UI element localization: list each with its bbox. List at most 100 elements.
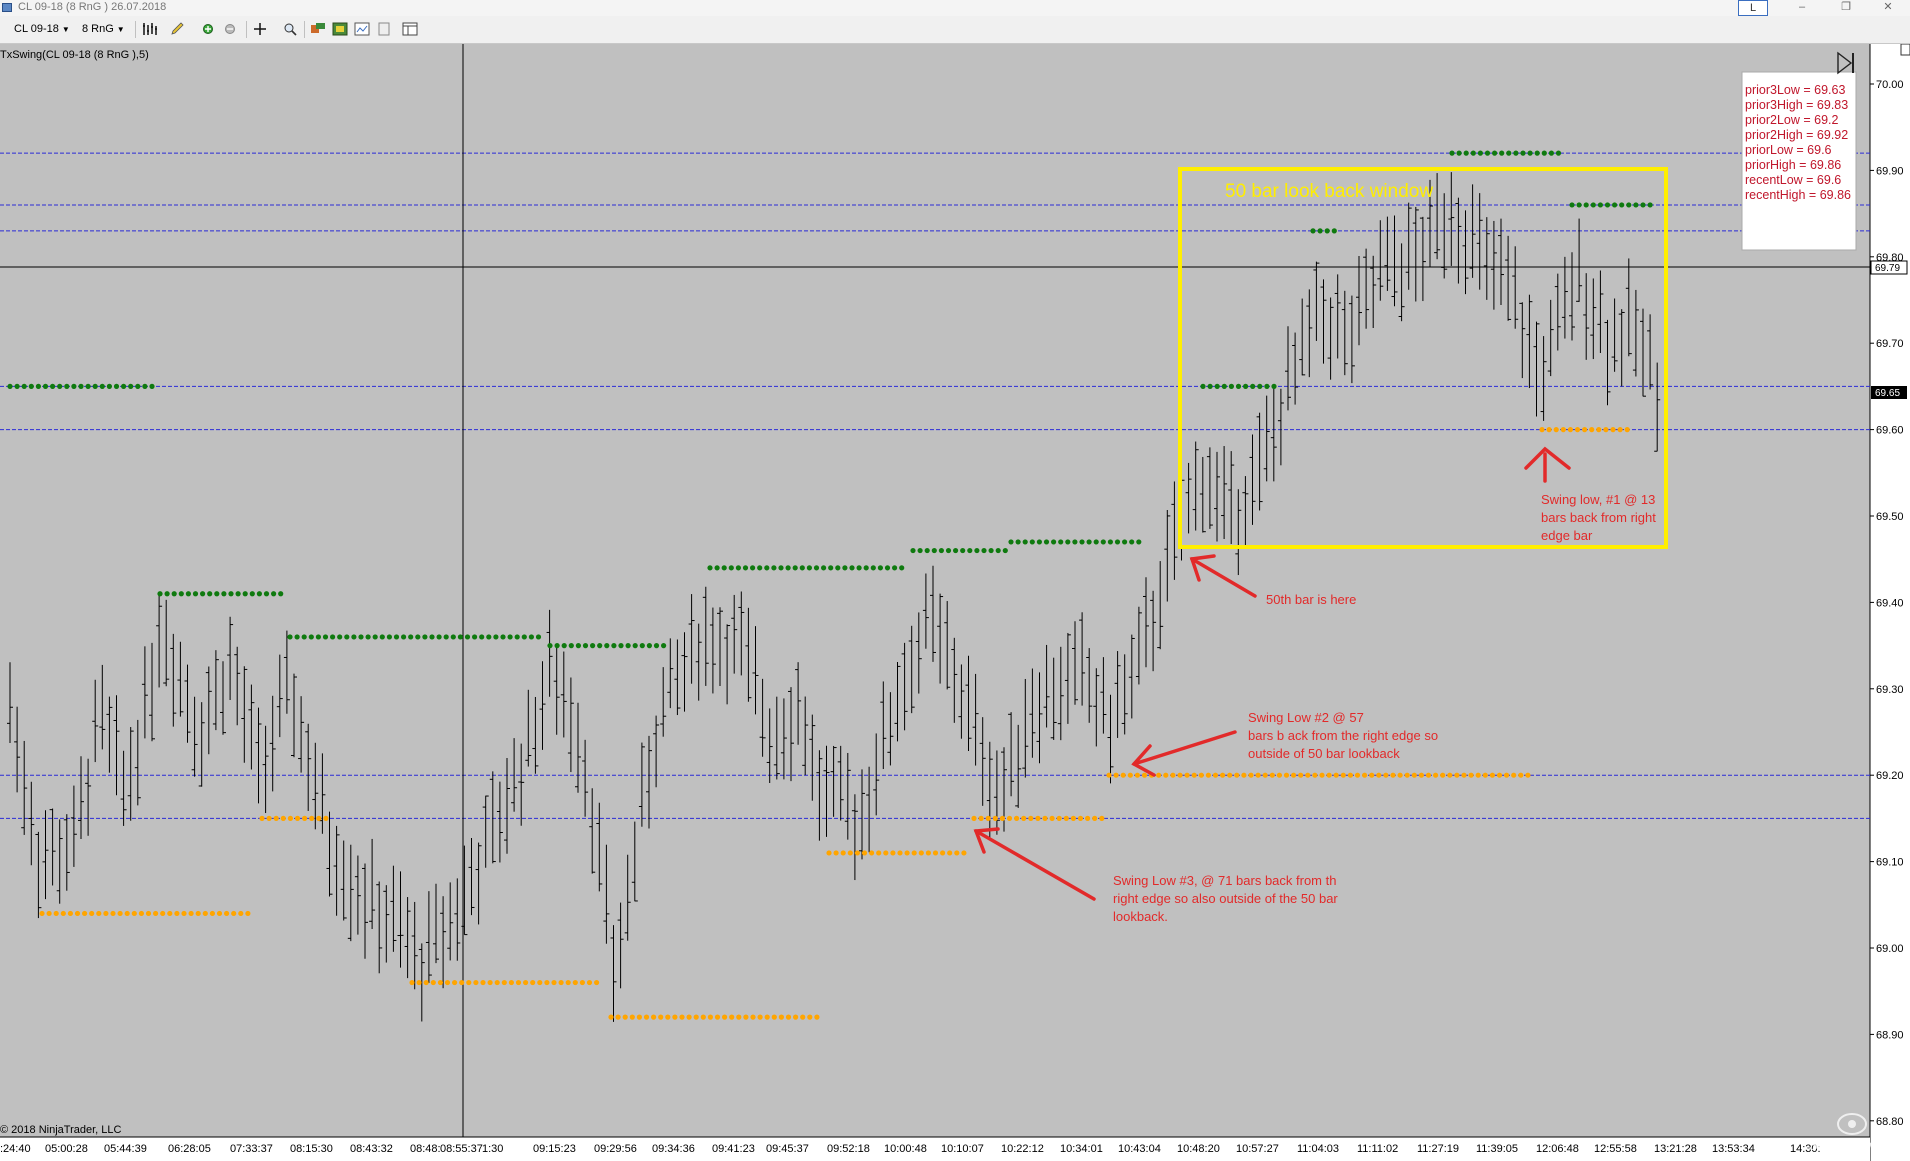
- swing-low-dot: [174, 910, 180, 917]
- x-tick-label: 11:04:03: [1297, 1143, 1339, 1155]
- swing-low-dot: [551, 979, 557, 986]
- swing-high-dot: [661, 643, 667, 649]
- swing-high-dot: [771, 565, 777, 571]
- draw-tool-pencil-icon[interactable]: [170, 21, 186, 37]
- swing-low-dot: [1454, 772, 1460, 778]
- swing-low-dot: [1340, 772, 1346, 778]
- swing-low-dot: [729, 1014, 735, 1020]
- swing-high-dot: [604, 643, 610, 649]
- swing-low-dot: [1362, 772, 1368, 778]
- restore-button[interactable]: ❐: [1834, 0, 1858, 16]
- swing-high-dot: [514, 634, 520, 640]
- swing-low-dot: [1468, 772, 1474, 778]
- close-button[interactable]: ✕: [1876, 0, 1900, 16]
- zoom-icon[interactable]: [282, 21, 298, 37]
- swing-high-dot: [1079, 539, 1085, 545]
- x-tick-label: 05:00:28: [45, 1143, 88, 1155]
- swing-low-dot: [1539, 427, 1545, 433]
- swing-low-dot: [1333, 772, 1339, 778]
- swing-low-dot: [925, 850, 932, 856]
- swing-high-dot: [1243, 383, 1249, 389]
- data-box-icon[interactable]: [354, 21, 370, 37]
- swing-low-dot: [1312, 772, 1318, 778]
- swing-high-dot: [1207, 383, 1213, 389]
- swing-high-dot: [1008, 539, 1014, 545]
- swing-low-dot: [473, 979, 479, 986]
- swing-high-dot: [590, 643, 596, 649]
- swing-high-dot: [121, 383, 127, 389]
- swing-low-dot: [1106, 772, 1112, 778]
- chart-trader-icon[interactable]: [332, 21, 348, 37]
- swing-low-dot: [459, 979, 465, 986]
- swing-high-dot: [365, 634, 371, 640]
- y-tick-label: 69.70: [1876, 338, 1904, 350]
- swing-high-dot: [735, 565, 742, 571]
- swing-low-dot: [971, 815, 977, 822]
- swing-low-dot: [847, 850, 853, 856]
- swing-low-dot: [707, 1014, 714, 1020]
- window-layout-icon[interactable]: [402, 21, 418, 37]
- swing-low-dot: [1070, 815, 1076, 822]
- swing-high-dot: [386, 634, 392, 640]
- swing-low-dot: [700, 1014, 706, 1020]
- swing-high-dot: [618, 643, 624, 649]
- copyright-label: © 2018 NinjaTrader, LLC: [0, 1124, 121, 1136]
- swing-high-dot: [1058, 539, 1064, 545]
- swing-high-dot: [877, 565, 884, 571]
- swing-low-dot: [1624, 427, 1630, 433]
- panel-toggle-icon[interactable]: [1900, 44, 1910, 56]
- swing-high-dot: [393, 634, 400, 640]
- x-tick-label: 10:48:20: [1177, 1143, 1220, 1155]
- swing-high-dot: [71, 383, 77, 389]
- strategy-icon[interactable]: [310, 21, 326, 37]
- swing-high-dot: [1527, 150, 1533, 156]
- swing-high-dot: [884, 565, 891, 571]
- swing-low-dot: [238, 910, 244, 917]
- swing-high-dot: [1072, 539, 1078, 545]
- insert-indicator-icon[interactable]: [200, 21, 216, 37]
- swing-high-dot: [256, 591, 262, 597]
- price-chart[interactable]: 70.0069.9069.8069.7069.6069.5069.4069.30…: [0, 44, 1910, 1161]
- remove-indicator-icon[interactable]: [222, 21, 238, 37]
- crosshair-icon[interactable]: [252, 21, 268, 37]
- bar-style-icon[interactable]: [142, 21, 158, 37]
- swing-high-dot: [235, 591, 241, 597]
- swing-low-dot: [74, 910, 81, 917]
- swing-high-dot: [415, 634, 421, 640]
- link-button[interactable]: L: [1738, 0, 1768, 16]
- swing-low-dot: [608, 1014, 614, 1020]
- minimize-button[interactable]: –: [1790, 0, 1814, 16]
- swing-low-dot: [167, 910, 173, 917]
- properties-icon[interactable]: [376, 21, 392, 37]
- swing-low-dot: [323, 815, 329, 822]
- x-tick-label: 06:28:05: [168, 1143, 211, 1155]
- swing-low-dot: [452, 979, 458, 986]
- x-tick-label: 10:10:07: [941, 1143, 984, 1155]
- swing-high-dot: [1107, 539, 1113, 545]
- swing-low-dot: [1241, 772, 1247, 778]
- instrument-selector[interactable]: CL 09-18 ▼: [14, 23, 70, 35]
- swing-low-dot: [124, 910, 130, 917]
- swing-low-dot: [494, 979, 500, 986]
- y-tick-label: 69.20: [1876, 770, 1904, 782]
- swing-low-dot: [636, 1014, 643, 1020]
- y-tick-label: 69.30: [1876, 684, 1904, 696]
- swing-high-dot: [1250, 383, 1256, 389]
- swing-low-dot: [1141, 772, 1148, 778]
- x-tick-label: 08:48:: [410, 1143, 441, 1155]
- swing-high-dot: [21, 383, 27, 389]
- swing-low-dot: [216, 910, 223, 917]
- bar-type-label: 8 RnG: [82, 23, 114, 35]
- swing-low-dot: [444, 979, 451, 986]
- swing-low-dot: [961, 850, 967, 856]
- swing-low-dot: [1127, 772, 1133, 778]
- swing-high-dot: [113, 383, 120, 389]
- swing-low-dot: [615, 1014, 621, 1020]
- time-axis-background: [0, 1137, 1870, 1161]
- swing-high-dot: [1257, 383, 1263, 389]
- swing-low-dot: [594, 979, 600, 986]
- swing-low-dot: [181, 910, 187, 917]
- bar-type-selector[interactable]: 8 RnG ▼: [82, 23, 125, 35]
- swing-high-dot: [931, 547, 937, 554]
- swing-low-dot: [523, 979, 529, 986]
